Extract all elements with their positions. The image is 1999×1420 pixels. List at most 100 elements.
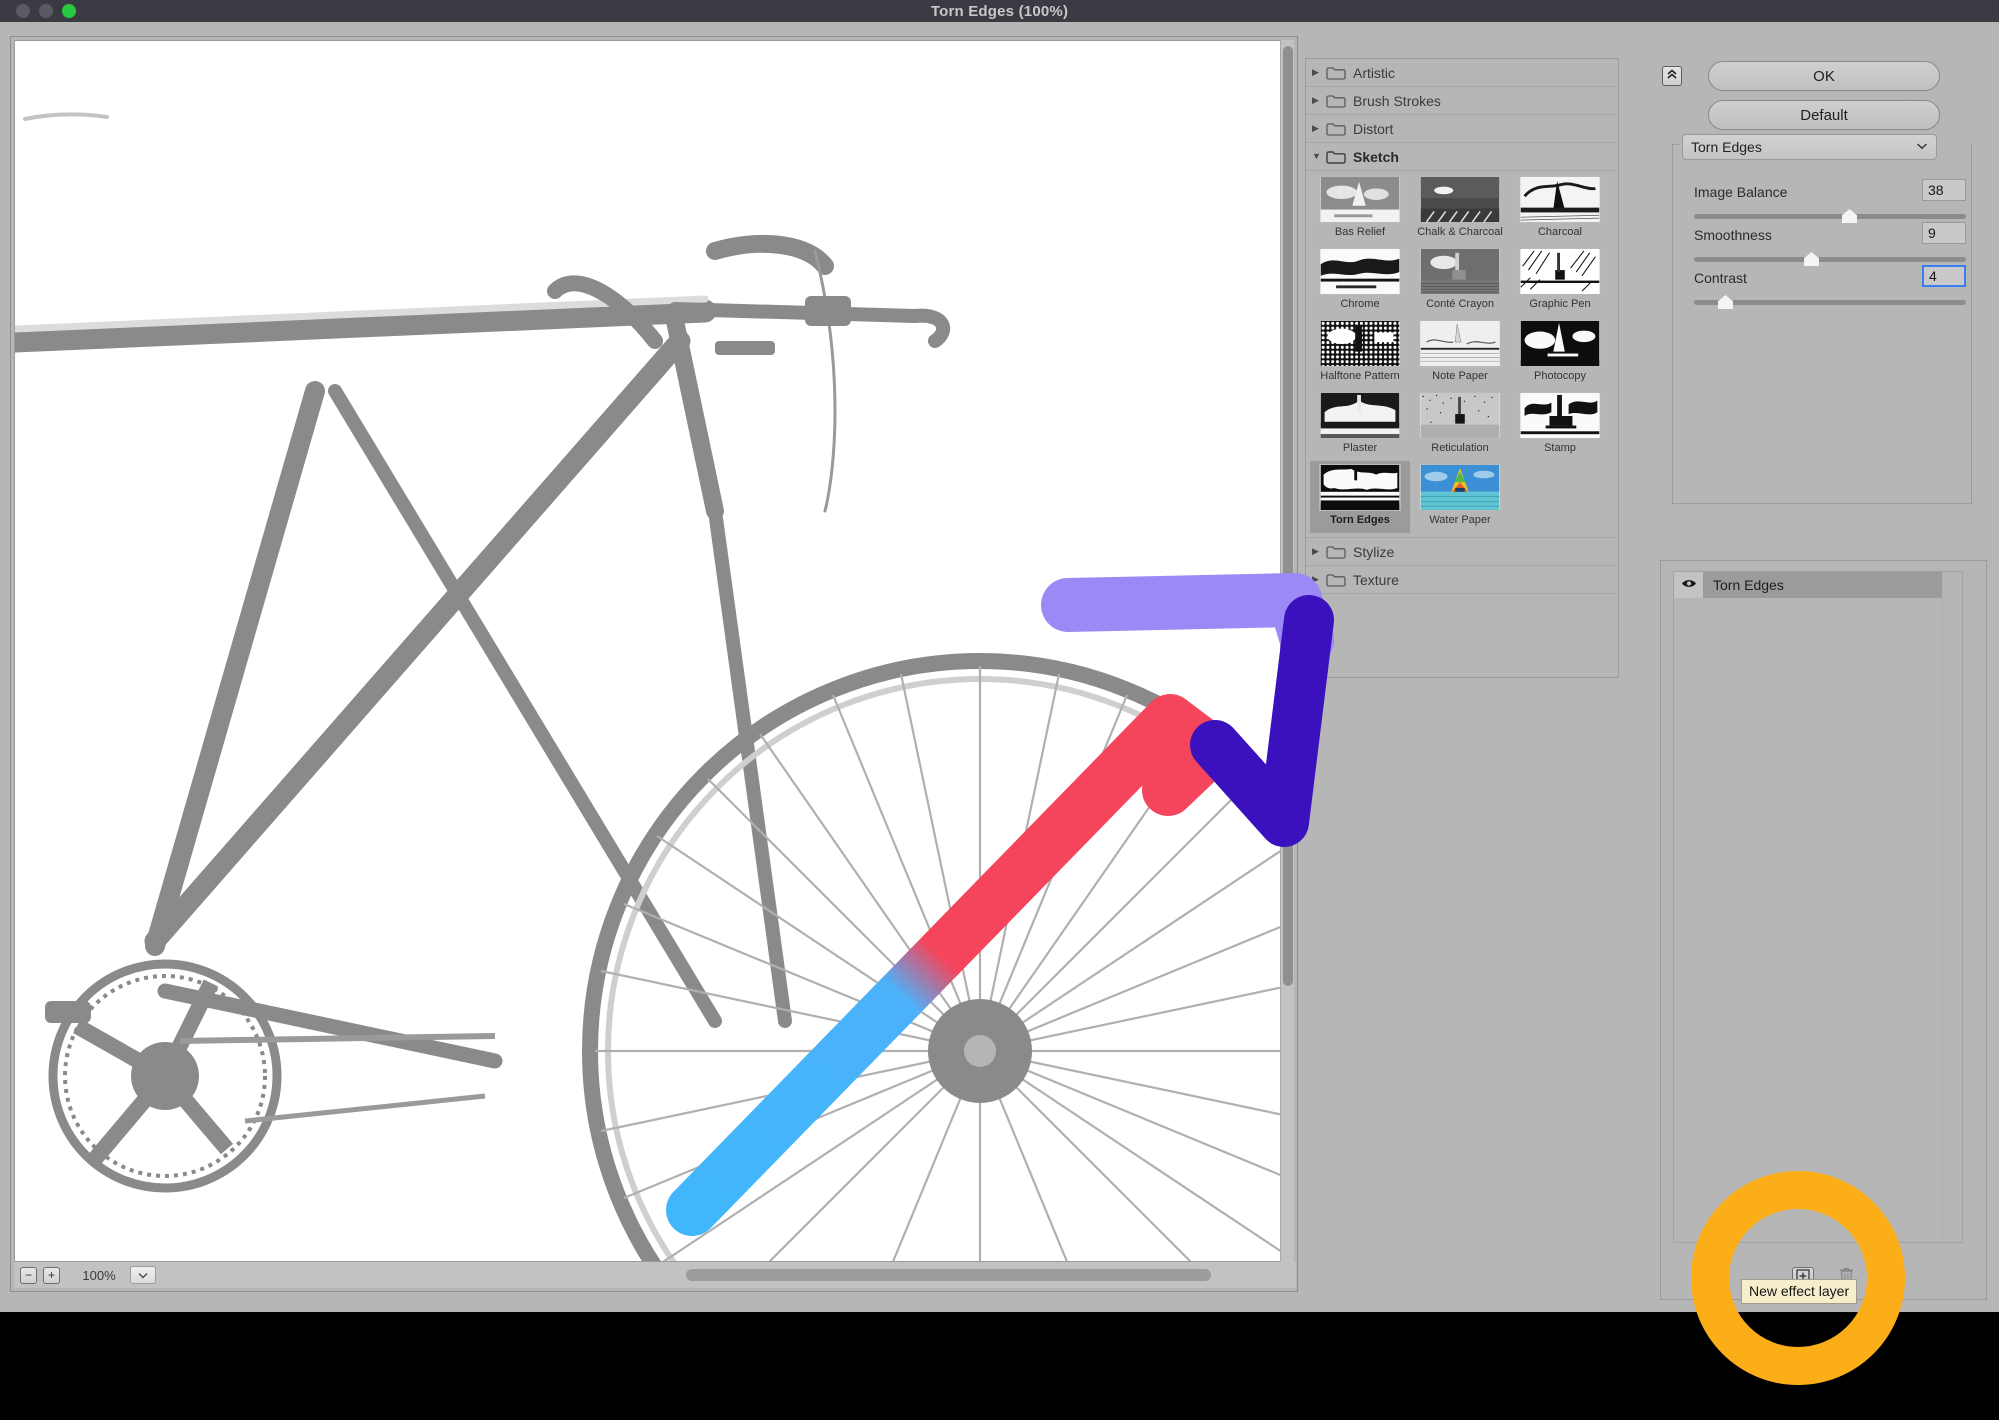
filter-preview-thumbnail <box>1319 392 1401 439</box>
disclosure-triangle-icon[interactable]: ▶ <box>1312 575 1326 584</box>
param-slider-track[interactable] <box>1694 257 1966 262</box>
filter-thumb-label: Reticulation <box>1431 442 1489 454</box>
filter-preview-thumbnail <box>1319 176 1401 223</box>
zoom-level-label: 100% <box>82 1267 116 1283</box>
category-label: Artistic <box>1353 64 1395 81</box>
filter-preview-thumbnail <box>1519 248 1601 295</box>
zoom-in-button[interactable]: + <box>43 1266 60 1284</box>
default-button[interactable]: Default <box>1708 100 1940 130</box>
filter-preview-thumbnail <box>1419 392 1501 439</box>
filter-preview-thumbnail <box>1419 176 1501 223</box>
folder-icon <box>1326 122 1346 136</box>
filter-thumb-label: Bas Relief <box>1334 226 1386 238</box>
filter-select-dropdown[interactable]: Torn Edges <box>1682 134 1937 160</box>
effect-layers-pane: Torn Edges <box>1660 560 1987 1300</box>
filter-thumb-label: Chrome <box>1340 298 1380 310</box>
ok-button[interactable]: OK <box>1708 61 1940 91</box>
param-label: Image Balance <box>1694 184 1788 200</box>
selected-filter-label: Torn Edges <box>1691 139 1762 155</box>
filter-preview-thumbnail <box>1419 464 1501 511</box>
sketch-thumbnail-grid: Bas Relief Chalk & Charcoal Charcoal Chr… <box>1306 171 1618 538</box>
disclosure-triangle-icon[interactable]: ▶ <box>1312 68 1326 77</box>
filter-preview-thumbnail <box>1519 392 1601 439</box>
param-value-field[interactable]: 9 <box>1922 222 1966 244</box>
filter-thumb-label: Chalk & Charcoal <box>1417 226 1503 238</box>
filter-category-stylize[interactable]: ▶ Stylize <box>1306 538 1618 566</box>
filter-category-distort[interactable]: ▶ Distort <box>1306 115 1618 143</box>
layer-name-label: Torn Edges <box>1713 577 1784 593</box>
filter-thumb-plaster[interactable]: Plaster <box>1310 389 1410 461</box>
filter-thumb-label: Stamp <box>1544 442 1576 454</box>
filter-thumb-label: Halftone Pattern <box>1320 370 1400 382</box>
layer-visibility-toggle[interactable] <box>1674 572 1703 598</box>
filter-category-list: ▶ Artistic ▶ Brush Strokes ▶ Distort ▼ S… <box>1305 58 1619 678</box>
chevron-down-icon <box>1916 141 1928 153</box>
zoom-out-button[interactable]: − <box>20 1266 37 1284</box>
filter-thumb-stamp[interactable]: Stamp <box>1510 389 1610 461</box>
disclosure-triangle-icon[interactable]: ▶ <box>1312 96 1326 105</box>
folder-icon <box>1326 94 1346 108</box>
disclosure-triangle-icon[interactable]: ▼ <box>1312 152 1326 161</box>
filter-thumb-chalk-charcoal[interactable]: Chalk & Charcoal <box>1410 173 1510 245</box>
param-label: Smoothness <box>1694 227 1772 243</box>
window-title: Torn Edges (100%) <box>930 2 1069 20</box>
filter-category-brush-strokes[interactable]: ▶ Brush Strokes <box>1306 87 1618 115</box>
filter-thumb-reticulation[interactable]: Reticulation <box>1410 389 1510 461</box>
filter-thumb-label: Graphic Pen <box>1529 298 1591 310</box>
preview-horizontal-scroll-thumb[interactable] <box>686 1269 1211 1281</box>
category-label: Texture <box>1353 571 1399 588</box>
preview-canvas-area[interactable] <box>14 40 1282 1262</box>
filter-thumb-water-paper[interactable]: Water Paper <box>1410 461 1510 533</box>
filter-thumb-torn-edges[interactable]: Torn Edges <box>1310 461 1410 533</box>
folder-icon <box>1326 545 1346 559</box>
filter-thumb-label: Note Paper <box>1432 370 1488 382</box>
folder-icon <box>1326 66 1346 80</box>
filter-thumb-label: Water Paper <box>1429 514 1491 526</box>
filter-thumb-graphic-pen[interactable]: Graphic Pen <box>1510 245 1610 317</box>
filter-thumb-photocopy[interactable]: Photocopy <box>1510 317 1610 389</box>
filter-preview-thumbnail <box>1319 464 1401 511</box>
filter-preview-thumbnail <box>1519 320 1601 367</box>
filter-thumb-label: Torn Edges <box>1330 514 1390 526</box>
filter-category-sketch[interactable]: ▼ Sketch <box>1306 143 1618 171</box>
folder-icon <box>1326 573 1346 587</box>
filter-thumb-halftone-pattern[interactable]: Halftone Pattern <box>1310 317 1410 389</box>
collapse-panel-button[interactable] <box>1662 66 1682 86</box>
dialog-body: − + 100% ▶ Artistic ▶ Brush Strokes ▶ Di… <box>0 22 1999 1312</box>
filter-preview-thumbnail <box>1319 248 1401 295</box>
category-label: Distort <box>1353 120 1394 137</box>
filter-thumb-conte-crayon[interactable]: Conté Crayon <box>1410 245 1510 317</box>
preview-vertical-scroll-thumb[interactable] <box>1283 46 1293 986</box>
category-label: Brush Strokes <box>1353 92 1441 109</box>
window-titlebar: Torn Edges (100%) <box>0 0 1999 22</box>
eye-icon <box>1681 576 1697 594</box>
disclosure-triangle-icon[interactable]: ▶ <box>1312 547 1326 556</box>
zoom-dropdown[interactable] <box>130 1266 156 1284</box>
param-slider-track[interactable] <box>1694 300 1966 305</box>
filter-category-texture[interactable]: ▶ Texture <box>1306 566 1618 594</box>
filter-thumb-bas-relief[interactable]: Bas Relief <box>1310 173 1410 245</box>
layers-vertical-scrollbar[interactable] <box>1942 572 1962 1242</box>
filter-thumb-label: Photocopy <box>1534 370 1586 382</box>
filter-thumb-charcoal[interactable]: Charcoal <box>1510 173 1610 245</box>
settings-pane: OK Default Torn Edges Image Balance 38 S… <box>1660 58 1987 538</box>
filter-preview-thumbnail <box>1419 320 1501 367</box>
filter-category-artistic[interactable]: ▶ Artistic <box>1306 59 1618 87</box>
filter-preview-thumbnail <box>1319 320 1401 367</box>
category-label: Stylize <box>1353 543 1395 560</box>
effect-layer-row[interactable]: Torn Edges <box>1674 572 1944 598</box>
param-value-field[interactable]: 38 <box>1922 179 1966 201</box>
filter-preview-thumbnail <box>1419 248 1501 295</box>
filter-thumb-chrome[interactable]: Chrome <box>1310 245 1410 317</box>
preview-bottom-bar: − + 100% <box>14 1262 1296 1288</box>
filter-gallery-window: Torn Edges (100%) − + 100% ▶ Artistic ▶ … <box>0 0 1999 1420</box>
filter-thumb-note-paper[interactable]: Note Paper <box>1410 317 1510 389</box>
filter-thumb-label: Conté Crayon <box>1426 298 1494 310</box>
disclosure-triangle-icon[interactable]: ▶ <box>1312 124 1326 133</box>
filter-preview-thumbnail <box>1519 176 1601 223</box>
filter-thumb-label: Charcoal <box>1537 226 1583 238</box>
preview-vertical-scrollbar[interactable] <box>1280 40 1294 1262</box>
param-slider-track[interactable] <box>1694 214 1966 219</box>
chevron-double-up-icon <box>1666 67 1678 85</box>
param-value-field[interactable]: 4 <box>1922 265 1966 287</box>
